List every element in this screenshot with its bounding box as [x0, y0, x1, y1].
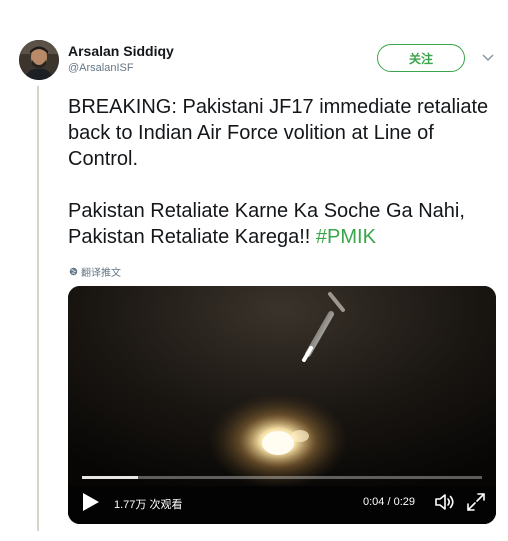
fullscreen-icon[interactable]: [466, 492, 486, 512]
avatar-image: [19, 40, 59, 80]
tweet-text: BREAKING: Pakistani JF17 immediate retal…: [68, 94, 498, 250]
video-frame: [68, 286, 496, 524]
tweet-paragraph-1: BREAKING: Pakistani JF17 immediate retal…: [68, 96, 489, 170]
thread-connector-line: [37, 86, 39, 531]
tweet-paragraph-2-text: Pakistan Retaliate Karne Ka Soche Ga Nah…: [68, 200, 465, 248]
video-progress-bar[interactable]: [82, 476, 482, 479]
hashtag-link[interactable]: #PMIK: [316, 226, 376, 248]
follow-button[interactable]: 关注: [377, 44, 465, 72]
globe-icon: [69, 267, 78, 276]
translate-tweet-link[interactable]: 翻译推文: [69, 264, 121, 279]
video-time: 0:04 / 0:29: [363, 496, 415, 508]
video-player[interactable]: 1.77万 次观看 0:04 / 0:29: [68, 286, 496, 524]
tweet-paragraph-2: Pakistan Retaliate Karne Ka Soche Ga Nah…: [68, 198, 498, 250]
author-handle[interactable]: @ArsalanISF: [68, 62, 134, 74]
translate-label: 翻译推文: [81, 268, 121, 279]
chevron-down-icon[interactable]: [481, 51, 495, 65]
avatar[interactable]: [19, 40, 59, 80]
view-count: 1.77万 次观看: [114, 499, 183, 511]
author-name[interactable]: Arsalan Siddiqy: [68, 43, 174, 59]
video-progress-fill: [82, 476, 138, 479]
volume-icon[interactable]: [434, 492, 456, 512]
play-icon[interactable]: [82, 492, 100, 512]
